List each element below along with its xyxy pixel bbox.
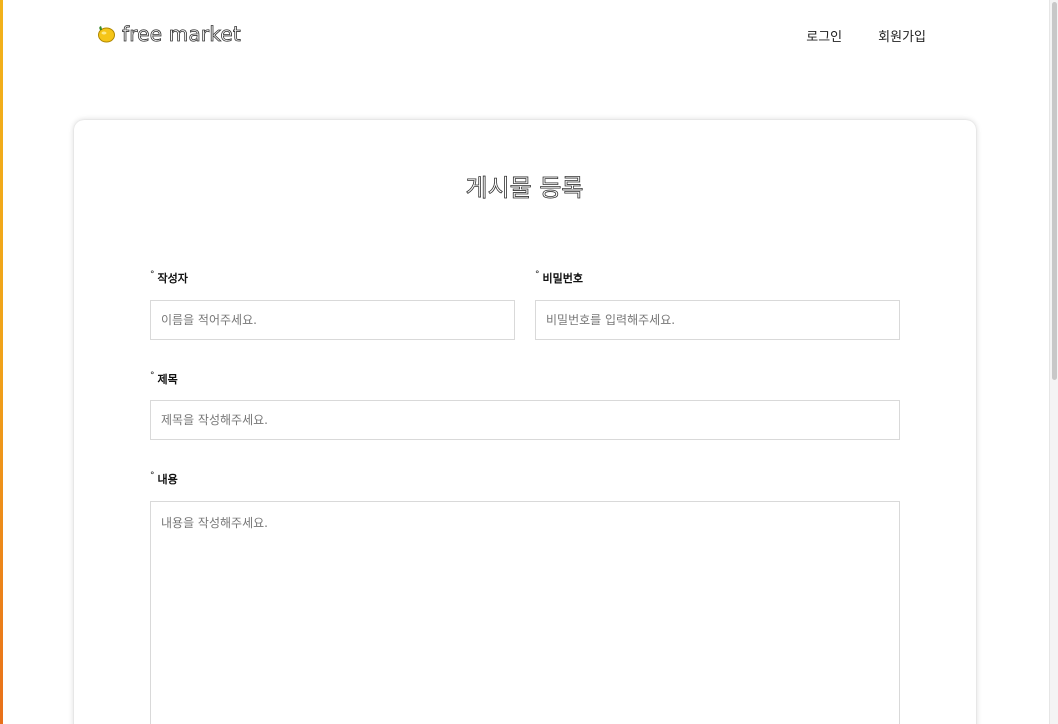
- writer-input[interactable]: [150, 300, 515, 340]
- signup-link[interactable]: 회원가입: [878, 26, 926, 45]
- left-edge-accent: [0, 0, 3, 724]
- scrollbar[interactable]: [1049, 0, 1058, 724]
- contents-label-text: 내용: [157, 473, 178, 486]
- required-mark: °: [150, 471, 155, 482]
- logo-text: free market: [122, 22, 242, 47]
- site-header: free market 로그인 회원가입: [0, 0, 1049, 72]
- password-label: ° 비밀번호: [535, 270, 583, 286]
- header-nav: 로그인 회원가입: [806, 26, 926, 45]
- subject-input[interactable]: [150, 400, 900, 440]
- subject-label: ° 제목: [150, 371, 178, 387]
- lemon-icon: [96, 24, 116, 44]
- contents-textarea[interactable]: [150, 501, 900, 724]
- required-mark: °: [150, 270, 155, 281]
- contents-label: ° 내용: [150, 471, 178, 487]
- subject-label-text: 제목: [157, 373, 178, 386]
- login-link[interactable]: 로그인: [806, 26, 842, 45]
- required-mark: °: [150, 371, 155, 382]
- logo[interactable]: free market: [96, 22, 241, 46]
- password-label-text: 비밀번호: [542, 272, 583, 285]
- writer-label: ° 작성자: [150, 270, 188, 286]
- writer-label-text: 작성자: [157, 272, 188, 285]
- required-mark: °: [535, 270, 540, 281]
- scrollbar-thumb[interactable]: [1052, 2, 1057, 380]
- page-title: 게시물 등록: [465, 174, 584, 203]
- password-input[interactable]: [535, 300, 900, 340]
